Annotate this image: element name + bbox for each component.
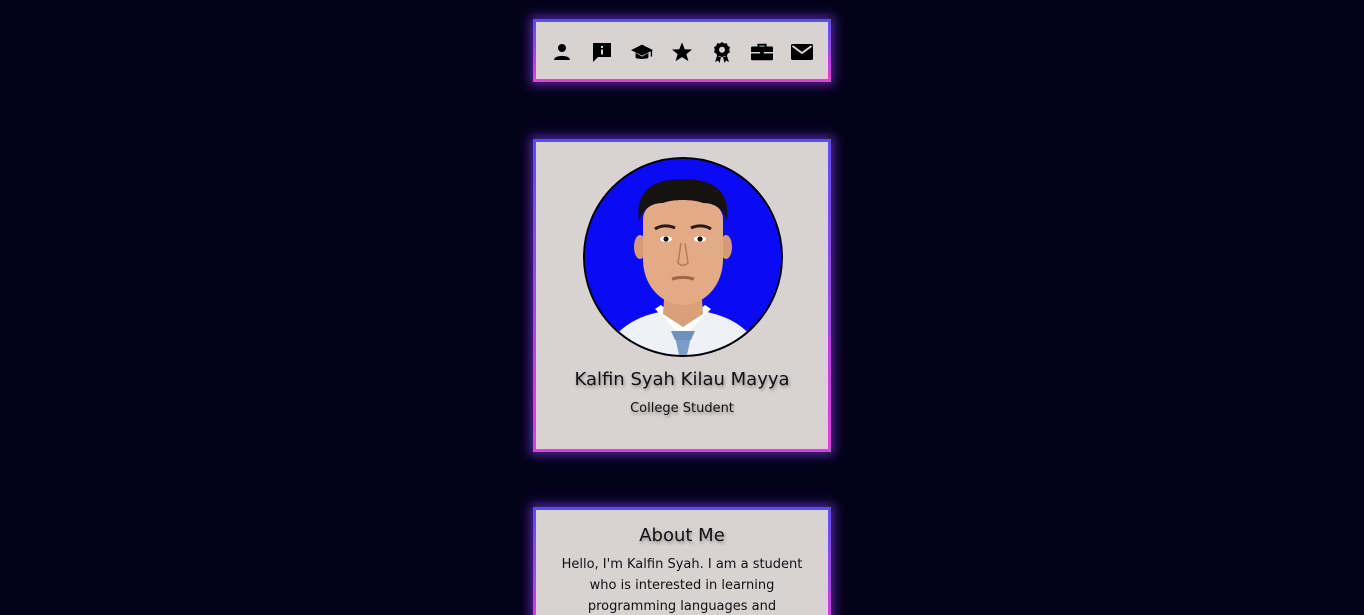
briefcase-icon[interactable] <box>751 41 773 63</box>
nav-icon-list <box>551 41 813 63</box>
star-icon[interactable] <box>671 41 693 63</box>
award-ribbon-icon[interactable] <box>711 41 733 63</box>
about-title: About Me <box>639 525 725 546</box>
portrait-image <box>585 159 781 355</box>
person-icon[interactable] <box>551 41 573 63</box>
profile-role: College Student <box>630 401 734 416</box>
about-text: Hello, I'm Kalfin Syah. I am a student w… <box>561 557 803 614</box>
nav-bar <box>533 19 831 82</box>
graduation-cap-icon[interactable] <box>631 41 653 63</box>
mail-icon[interactable] <box>791 41 813 63</box>
info-message-icon[interactable] <box>591 41 613 63</box>
profile-name: Kalfin Syah Kilau Mayya <box>574 369 790 390</box>
about-card: About Me Hello, I'm Kalfin Syah. I am a … <box>533 507 831 615</box>
profile-card: Kalfin Syah Kilau Mayya College Student <box>533 139 831 452</box>
profile-photo <box>583 157 783 357</box>
page: Kalfin Syah Kilau Mayya College Student … <box>0 0 1364 615</box>
